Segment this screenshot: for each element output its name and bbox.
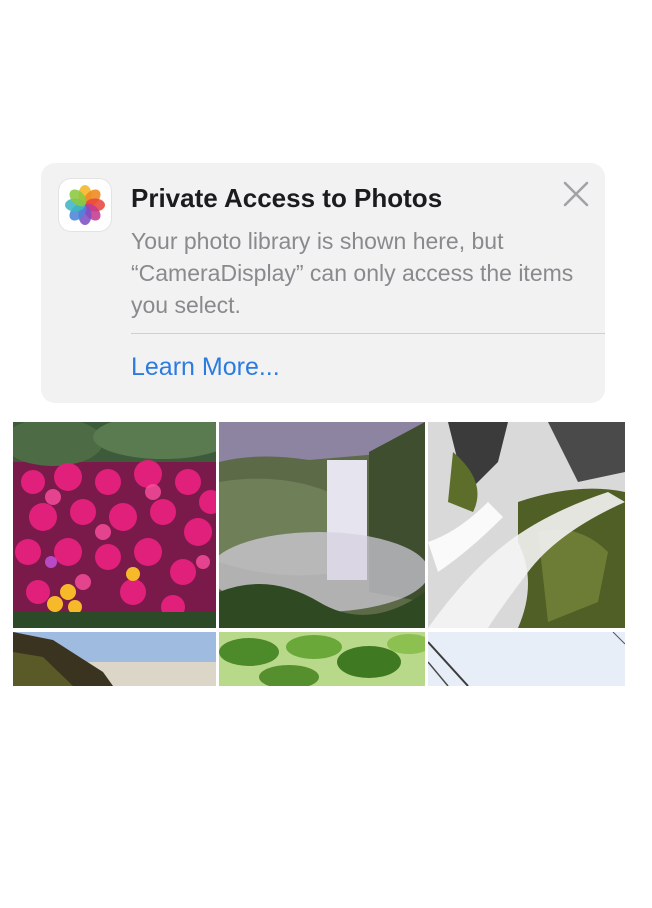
photo-thumbnail-sky[interactable] [428, 632, 625, 686]
divider [131, 333, 605, 334]
close-icon[interactable] [561, 179, 591, 209]
banner-message: Your photo library is shown here, but “C… [131, 228, 574, 318]
photo-thumbnail-leaves[interactable] [219, 632, 425, 686]
photos-app-icon [59, 179, 111, 231]
photo-thumbnail-waterfall-rocks[interactable] [428, 422, 625, 628]
learn-more-link[interactable]: Learn More... [131, 353, 280, 382]
banner-title: Private Access to Photos [131, 183, 443, 213]
private-access-banner: Private Access to Photos Your photo libr… [41, 163, 605, 403]
photo-thumbnail-waterfall-valley[interactable] [219, 422, 425, 628]
photo-grid [13, 422, 625, 686]
photo-thumbnail-flowers[interactable] [13, 422, 216, 628]
photo-thumbnail-hillside[interactable] [13, 632, 216, 686]
